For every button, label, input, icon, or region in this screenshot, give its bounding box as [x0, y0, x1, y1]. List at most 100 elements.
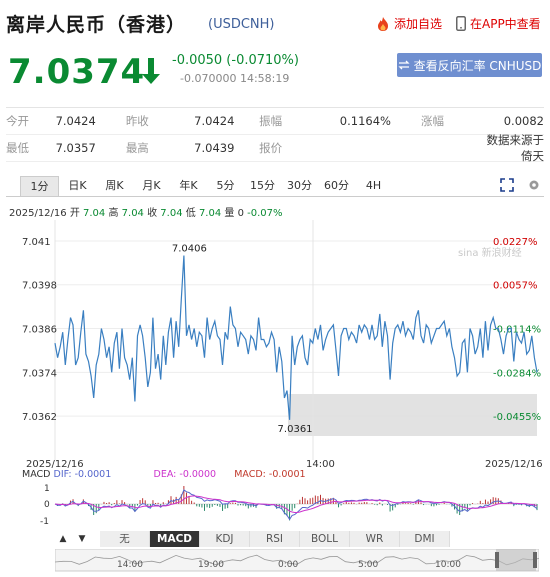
- indicator-none[interactable]: 无: [100, 531, 150, 547]
- indicator-macd[interactable]: MACD: [150, 531, 200, 547]
- period-tabs: 1分 日K 周K 月K 年K 5分 15分 30分 60分 4H: [20, 176, 392, 196]
- stats-table: 今开 7.0424 昨收 7.0424 振幅 0.1164% 涨幅 0.0082…: [6, 107, 544, 163]
- macd-tick: 1: [44, 484, 50, 494]
- pct-tick-label: 0.0227%: [493, 237, 538, 248]
- phone-icon: [456, 16, 466, 31]
- readout-open: 7.04: [83, 208, 106, 219]
- indicator-rsi[interactable]: RSI: [250, 531, 300, 547]
- stat-label: 涨幅: [420, 114, 444, 128]
- stat-value: 7.0424: [55, 114, 96, 128]
- readout-high-label: 高: [108, 208, 119, 219]
- current-price: 7.0374: [8, 52, 146, 92]
- timeline-label: 0:00: [278, 560, 298, 570]
- tab-daily[interactable]: 日K: [59, 176, 96, 196]
- timeline-label: 19:00: [198, 560, 224, 570]
- y-tick-label: 7.0362: [22, 412, 57, 423]
- tab-1min[interactable]: 1分: [20, 176, 59, 196]
- page-title: 离岸人民币（香港）: [6, 14, 187, 36]
- ohlc-readout: 2025/12/16 开 7.04 高 7.04 收 7.04 低 7.04 量…: [9, 204, 283, 219]
- indicator-wr[interactable]: WR: [350, 531, 400, 547]
- stat-value: 0.0082: [503, 114, 544, 128]
- macd-dif: DIF: -0.0001: [53, 469, 112, 480]
- readout-low-label: 低: [185, 208, 196, 219]
- swap-icon: [398, 60, 410, 70]
- readout-vol-label: 量: [224, 208, 235, 219]
- stat-label: 今开: [6, 114, 29, 128]
- macd-title: MACD: [22, 469, 51, 480]
- data-source: 数据来源于倚天: [486, 133, 544, 163]
- y-tick-label: 7.0398: [22, 281, 57, 292]
- tab-4h[interactable]: 4H: [355, 176, 392, 196]
- price-subline: -0.070000 14:58:19: [180, 72, 290, 85]
- down-arrow-icon: [142, 58, 160, 84]
- tab-60min[interactable]: 60分: [318, 176, 355, 196]
- add-watchlist-label: 添加自选: [394, 17, 443, 31]
- x-tick-label: 2025/12/16: [485, 459, 543, 470]
- stat-label: 最高: [125, 141, 149, 155]
- fullscreen-icon[interactable]: [500, 178, 514, 192]
- readout-date: 2025/12/16: [9, 208, 67, 219]
- timeline-label: 14:00: [117, 560, 143, 570]
- price-change: -0.0050 (-0.0710%): [172, 53, 299, 68]
- price-chart[interactable]: 7.041 7.0398 7.0386 7.0374 7.0362 0.0227% 0.0…: [0, 220, 550, 470]
- readout-close: 7.04: [160, 208, 183, 219]
- stat-label: 最低: [6, 141, 29, 155]
- add-watchlist-button[interactable]: 添加自选: [376, 15, 442, 32]
- open-in-app-button[interactable]: 在APP中查看: [456, 15, 541, 32]
- reverse-rate-button[interactable]: 查看反向汇率 CNHUSD: [397, 53, 542, 77]
- macd-legend: MACD DIF: -0.0001 DEA: -0.0000 MACD: -0.…: [22, 469, 306, 480]
- tab-monthly[interactable]: 月K: [133, 176, 170, 196]
- reverse-rate-label: 查看反向汇率 CNHUSD: [413, 58, 542, 73]
- timeline-handle-right[interactable]: [533, 552, 537, 568]
- stat-label: 振幅: [259, 114, 283, 128]
- tab-30min[interactable]: 30分: [281, 176, 318, 196]
- macd-value: MACD: -0.0001: [234, 469, 306, 480]
- readout-high: 7.04: [121, 208, 144, 219]
- y-tick-label: 7.041: [22, 237, 51, 248]
- stats-row: 最低 7.0357 最高 7.0439 报价 数据来源于倚天: [6, 133, 544, 163]
- stat-value: 0.1164%: [339, 114, 391, 128]
- macd-chart: 1 0 -1: [40, 484, 538, 527]
- timeline-window[interactable]: [496, 549, 536, 571]
- scroll-left-button[interactable]: ▲: [55, 531, 71, 547]
- macd-tick: 0: [44, 500, 50, 510]
- tab-weekly[interactable]: 周K: [96, 176, 133, 196]
- ticker-code: (USDCNH): [208, 17, 275, 32]
- timeline-label: 10:00: [435, 560, 461, 570]
- y-tick-label: 7.0374: [22, 368, 57, 379]
- settings-icon[interactable]: [527, 178, 541, 192]
- pct-tick-label: -0.0284%: [493, 368, 541, 379]
- pct-tick-label: -0.0455%: [493, 412, 541, 423]
- scroll-right-button[interactable]: ▼: [74, 531, 90, 547]
- watermark: sina 新浪财经: [458, 246, 522, 259]
- timeline-label: 5:00: [358, 560, 378, 570]
- readout-pct: -0.07%: [247, 208, 283, 219]
- indicator-dmi[interactable]: DMI: [400, 531, 450, 547]
- stat-value: 7.0439: [194, 141, 235, 155]
- indicator-kdj[interactable]: KDJ: [200, 531, 250, 547]
- tab-15min[interactable]: 15分: [244, 176, 281, 196]
- low-annotation: 7.0361: [278, 424, 313, 435]
- stats-row: 今开 7.0424 昨收 7.0424 振幅 0.1164% 涨幅 0.0082: [6, 107, 544, 135]
- high-annotation: 7.0406: [172, 244, 207, 255]
- stat-label: 报价: [259, 141, 283, 155]
- x-tick-label: 14:00: [306, 459, 335, 470]
- readout-open-label: 开: [69, 208, 80, 219]
- timeline-handle-left[interactable]: [495, 552, 499, 568]
- stat-value: 7.0357: [55, 141, 96, 155]
- readout-low: 7.04: [198, 208, 222, 219]
- open-in-app-label: 在APP中查看: [470, 17, 541, 31]
- macd-dea: DEA: -0.0000: [153, 469, 217, 480]
- tab-5min[interactable]: 5分: [207, 176, 244, 196]
- pct-tick-label: 0.0057%: [493, 281, 538, 292]
- readout-vol: 0: [237, 208, 244, 219]
- indicator-boll[interactable]: BOLL: [300, 531, 350, 547]
- readout-close-label: 收: [147, 208, 158, 219]
- indicator-tabs: 无 MACD KDJ RSI BOLL WR DMI: [100, 531, 450, 547]
- y-tick-label: 7.0386: [22, 325, 57, 336]
- stat-value: 7.0424: [194, 114, 235, 128]
- macd-tick: -1: [40, 517, 49, 527]
- timeline-navigator[interactable]: 14:00 19:00 0:00 5:00 10:00: [55, 549, 539, 573]
- tab-yearly[interactable]: 年K: [170, 176, 207, 196]
- fire-icon: [378, 16, 388, 31]
